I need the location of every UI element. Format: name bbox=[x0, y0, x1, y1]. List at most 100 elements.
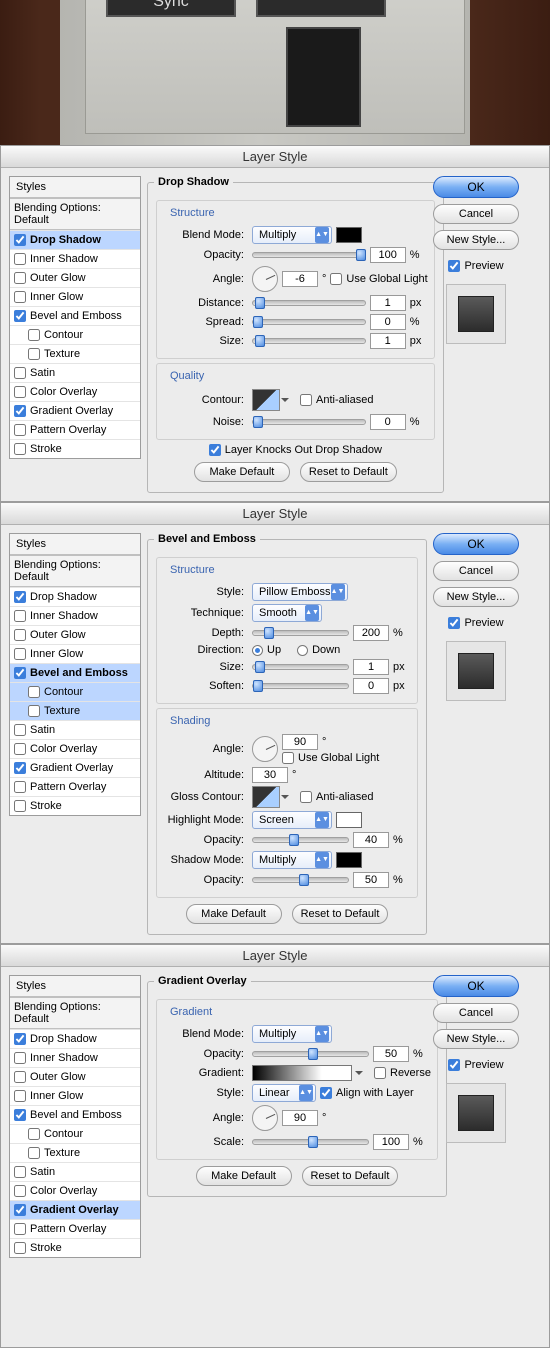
style-item-bevel-emboss[interactable]: Bevel and Emboss bbox=[10, 306, 140, 325]
gradient-opacity-input[interactable] bbox=[373, 1046, 409, 1062]
bevel-size-input[interactable] bbox=[353, 659, 389, 675]
chk-outer-glow[interactable] bbox=[14, 272, 26, 284]
chk-texture[interactable] bbox=[28, 705, 40, 717]
new-style-button[interactable]: New Style... bbox=[433, 230, 519, 250]
noise-slider[interactable] bbox=[252, 419, 366, 425]
bevel-angle-dial[interactable] bbox=[252, 736, 278, 762]
chk-contour[interactable] bbox=[28, 686, 40, 698]
bevel-style-dropdown[interactable]: Pillow Emboss▲▼ bbox=[252, 583, 348, 601]
style-item-pattern-overlay[interactable]: Pattern Overlay bbox=[10, 777, 140, 796]
style-item-texture[interactable]: Texture bbox=[10, 701, 140, 720]
direction-up-radio[interactable] bbox=[252, 645, 263, 656]
align-with-layer-checkbox[interactable] bbox=[320, 1087, 332, 1099]
opacity-slider[interactable] bbox=[252, 252, 366, 258]
style-item-stroke[interactable]: Stroke bbox=[10, 796, 140, 815]
blend-mode-dropdown[interactable]: Multiply▲▼ bbox=[252, 226, 332, 244]
preview-checkbox[interactable] bbox=[448, 260, 460, 272]
chk-satin[interactable] bbox=[14, 724, 26, 736]
chk-pattern-overlay[interactable] bbox=[14, 781, 26, 793]
scale-input[interactable] bbox=[373, 1134, 409, 1150]
spread-input[interactable] bbox=[370, 314, 406, 330]
chk-stroke[interactable] bbox=[14, 1242, 26, 1254]
soften-slider[interactable] bbox=[252, 683, 349, 689]
chk-color-overlay[interactable] bbox=[14, 1185, 26, 1197]
new-style-button[interactable]: New Style... bbox=[433, 587, 519, 607]
chk-inner-shadow[interactable] bbox=[14, 610, 26, 622]
chk-color-overlay[interactable] bbox=[14, 386, 26, 398]
chk-satin[interactable] bbox=[14, 367, 26, 379]
style-item-color-overlay[interactable]: Color Overlay bbox=[10, 1181, 140, 1200]
make-default-button[interactable]: Make Default bbox=[196, 1166, 292, 1186]
chk-outer-glow[interactable] bbox=[14, 629, 26, 641]
preview-checkbox[interactable] bbox=[448, 1059, 460, 1071]
chk-satin[interactable] bbox=[14, 1166, 26, 1178]
style-item-inner-glow[interactable]: Inner Glow bbox=[10, 1086, 140, 1105]
chk-inner-glow[interactable] bbox=[14, 291, 26, 303]
style-item-outer-glow[interactable]: Outer Glow bbox=[10, 625, 140, 644]
style-item-inner-glow[interactable]: Inner Glow bbox=[10, 644, 140, 663]
chk-drop-shadow[interactable] bbox=[14, 234, 26, 246]
depth-slider[interactable] bbox=[252, 630, 349, 636]
style-item-pattern-overlay[interactable]: Pattern Overlay bbox=[10, 420, 140, 439]
style-item-bevel-emboss[interactable]: Bevel and Emboss bbox=[10, 1105, 140, 1124]
gradient-blend-dropdown[interactable]: Multiply▲▼ bbox=[252, 1025, 332, 1043]
spread-slider[interactable] bbox=[252, 319, 366, 325]
chk-drop-shadow[interactable] bbox=[14, 591, 26, 603]
style-item-outer-glow[interactable]: Outer Glow bbox=[10, 268, 140, 287]
style-item-contour[interactable]: Contour bbox=[10, 682, 140, 701]
style-item-gradient-overlay[interactable]: Gradient Overlay bbox=[10, 758, 140, 777]
style-item-inner-shadow[interactable]: Inner Shadow bbox=[10, 606, 140, 625]
altitude-input[interactable] bbox=[252, 767, 288, 783]
gradient-opacity-slider[interactable] bbox=[252, 1051, 369, 1057]
reset-default-button[interactable]: Reset to Default bbox=[302, 1166, 399, 1186]
sync-button[interactable]: Sync bbox=[106, 0, 236, 17]
chk-contour[interactable] bbox=[28, 329, 40, 341]
styles-header[interactable]: Styles bbox=[10, 177, 140, 198]
styles-header[interactable]: Styles bbox=[10, 534, 140, 555]
ok-button[interactable]: OK bbox=[433, 975, 519, 997]
blending-options-row[interactable]: Blending Options: Default bbox=[10, 198, 140, 230]
secondary-button[interactable] bbox=[256, 0, 386, 17]
gradient-angle-input[interactable] bbox=[282, 1110, 318, 1126]
chk-outer-glow[interactable] bbox=[14, 1071, 26, 1083]
chk-texture[interactable] bbox=[28, 1147, 40, 1159]
ok-button[interactable]: OK bbox=[433, 176, 519, 198]
reverse-checkbox[interactable] bbox=[374, 1067, 386, 1079]
distance-input[interactable] bbox=[370, 295, 406, 311]
cancel-button[interactable]: Cancel bbox=[433, 204, 519, 224]
style-item-contour[interactable]: Contour bbox=[10, 1124, 140, 1143]
style-item-gradient-overlay[interactable]: Gradient Overlay bbox=[10, 401, 140, 420]
bevel-angle-input[interactable] bbox=[282, 734, 318, 750]
chk-gradient-overlay[interactable] bbox=[14, 1204, 26, 1216]
angle-input[interactable] bbox=[282, 271, 318, 287]
shadow-opacity-slider[interactable] bbox=[252, 877, 349, 883]
gloss-contour-picker[interactable] bbox=[252, 786, 280, 808]
angle-dial[interactable] bbox=[252, 266, 278, 292]
gradient-picker[interactable] bbox=[252, 1065, 352, 1081]
style-item-drop-shadow[interactable]: Drop Shadow bbox=[10, 587, 140, 606]
style-item-pattern-overlay[interactable]: Pattern Overlay bbox=[10, 1219, 140, 1238]
highlight-opacity-slider[interactable] bbox=[252, 837, 349, 843]
style-item-texture[interactable]: Texture bbox=[10, 1143, 140, 1162]
technique-dropdown[interactable]: Smooth▲▼ bbox=[252, 604, 322, 622]
cancel-button[interactable]: Cancel bbox=[433, 1003, 519, 1023]
chk-pattern-overlay[interactable] bbox=[14, 1223, 26, 1235]
use-global-light-checkbox[interactable] bbox=[330, 273, 342, 285]
preview-checkbox[interactable] bbox=[448, 617, 460, 629]
chk-gradient-overlay[interactable] bbox=[14, 762, 26, 774]
size-slider[interactable] bbox=[252, 338, 366, 344]
style-item-bevel-emboss[interactable]: Bevel and Emboss bbox=[10, 663, 140, 682]
chk-inner-glow[interactable] bbox=[14, 648, 26, 660]
make-default-button[interactable]: Make Default bbox=[186, 904, 282, 924]
reset-default-button[interactable]: Reset to Default bbox=[292, 904, 389, 924]
reset-default-button[interactable]: Reset to Default bbox=[300, 462, 397, 482]
blending-options-row[interactable]: Blending Options: Default bbox=[10, 555, 140, 587]
chk-contour[interactable] bbox=[28, 1128, 40, 1140]
bevel-size-slider[interactable] bbox=[252, 664, 349, 670]
shadow-color-swatch[interactable] bbox=[336, 227, 362, 243]
style-item-stroke[interactable]: Stroke bbox=[10, 439, 140, 458]
gradient-style-dropdown[interactable]: Linear▲▼ bbox=[252, 1084, 316, 1102]
style-item-inner-glow[interactable]: Inner Glow bbox=[10, 287, 140, 306]
gloss-anti-aliased-checkbox[interactable] bbox=[300, 791, 312, 803]
chk-stroke[interactable] bbox=[14, 800, 26, 812]
